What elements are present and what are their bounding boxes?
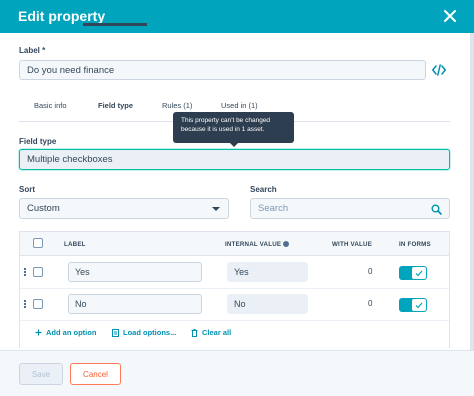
cancel-button[interactable]: Cancel (70, 363, 121, 385)
list-icon (112, 328, 119, 337)
option-label-input[interactable]: Yes (68, 262, 202, 282)
col-label: LABEL (64, 241, 86, 248)
tab-basic-info[interactable]: Basic info (34, 101, 67, 110)
chevron-down-icon (212, 207, 220, 211)
table-row: No No 0 (20, 289, 449, 321)
col-with-value: WITH VALUE (332, 241, 373, 248)
info-icon[interactable] (283, 241, 290, 247)
code-icon[interactable] (432, 64, 446, 76)
option-internal-value: Yes (227, 262, 308, 282)
in-forms-toggle[interactable] (399, 298, 427, 312)
sort-label: Sort (19, 185, 35, 194)
option-with-value: 0 (368, 299, 373, 308)
option-with-value: 0 (368, 267, 373, 276)
field-type-select[interactable]: Multiple checkboxes (19, 149, 450, 170)
search-placeholder: Search (258, 203, 289, 214)
table-actions: Add an option Load options... Clear all (35, 328, 455, 340)
row-checkbox[interactable] (33, 267, 43, 277)
save-button[interactable]: Save (19, 363, 63, 385)
option-internal-value: No (227, 294, 308, 314)
add-option-button[interactable]: Add an option (35, 328, 96, 337)
option-label-input[interactable]: No (68, 294, 202, 314)
col-in-forms: IN FORMS (399, 241, 431, 248)
drag-handle-icon[interactable] (24, 300, 28, 309)
col-internal-value-text: INTERNAL VALUE (225, 241, 282, 248)
trash-icon (191, 328, 198, 337)
sort-select[interactable]: Custom (19, 198, 229, 219)
table-header: LABEL INTERNAL VALUE WITH VALUE IN FORMS (20, 232, 449, 256)
modal-title: Edit property (18, 8, 106, 24)
drag-handle-icon[interactable] (24, 268, 28, 277)
clear-all-button[interactable]: Clear all (191, 328, 231, 337)
load-options-button[interactable]: Load options... (112, 328, 176, 337)
tooltip-line-2: because it is used in 1 asset. (181, 126, 265, 133)
field-type-label: Field type (19, 137, 57, 146)
label-field-label: Label * (19, 46, 46, 55)
tab-used-in[interactable]: Used in (1) (221, 101, 258, 110)
search-icon (431, 204, 442, 215)
toggle-knob (412, 267, 426, 279)
label-input[interactable]: Do you need finance (19, 60, 426, 80)
close-icon[interactable] (440, 6, 460, 26)
check-icon (415, 270, 423, 276)
load-options-label: Load options... (123, 328, 177, 337)
search-input[interactable]: Search (250, 198, 450, 219)
check-icon (415, 302, 423, 308)
select-all-checkbox[interactable] (33, 238, 43, 248)
tab-rules[interactable]: Rules (1) (162, 101, 192, 110)
table-row: Yes Yes 0 (20, 257, 449, 289)
search-label: Search (250, 185, 277, 194)
row-checkbox[interactable] (33, 299, 43, 309)
active-tab-indicator (83, 23, 147, 26)
plus-icon (35, 329, 42, 336)
sort-value: Custom (27, 203, 60, 214)
scrollbar[interactable] (470, 33, 474, 350)
locked-tooltip: This property can't be changed because i… (173, 112, 294, 143)
in-forms-toggle[interactable] (399, 266, 427, 280)
tab-field-type[interactable]: Field type (98, 101, 133, 110)
modal-footer: Save Cancel (0, 350, 474, 396)
modal-header: Edit property (0, 0, 474, 33)
add-option-label: Add an option (46, 328, 97, 337)
toggle-knob (412, 299, 426, 311)
tooltip-arrow (229, 142, 239, 147)
col-internal-value: INTERNAL VALUE (225, 241, 290, 248)
tooltip-line-1: This property can't be changed (181, 117, 271, 124)
clear-all-label: Clear all (202, 328, 232, 337)
